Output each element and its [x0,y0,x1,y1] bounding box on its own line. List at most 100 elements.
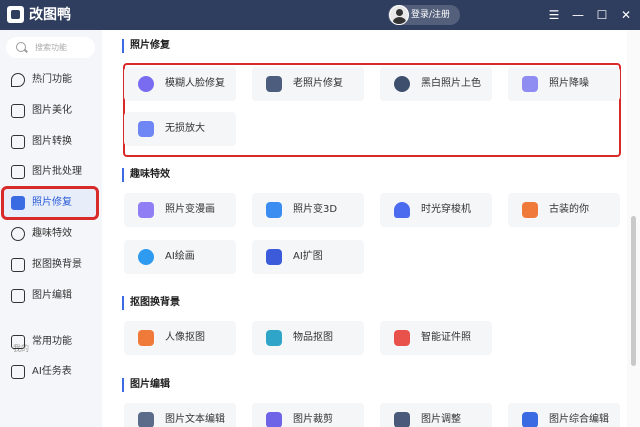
login-label[interactable]: 登录/注册 [411,8,450,22]
search-input[interactable]: 搜索功能 [6,37,95,58]
sidebar-item-effects[interactable]: 趣味特效 [4,220,96,248]
card-label: 图片综合编辑 [549,414,609,425]
sidebar-item-label: 常用功能 [32,336,72,347]
close-icon[interactable]: ✕ [618,7,634,23]
sidebar-item-cutout[interactable]: 抠图换背景 [4,251,96,279]
sidebar-item-label: 抠图换背景 [32,259,82,270]
card-label: AI扩图 [293,251,323,262]
grid-icon [11,335,25,349]
face-repair-icon [138,76,154,92]
card-label: 照片变3D [293,204,338,215]
sidebar-item-ai-tasks[interactable]: AI任务表 [4,358,96,386]
section-title-cutout: 抠图换背景 [122,296,180,310]
sidebar-item-label: AI任务表 [32,366,72,377]
card-object-cutout[interactable]: 物品抠图 [252,321,364,355]
card-label: 黑白照片上色 [421,78,481,89]
batch-icon [11,165,25,179]
image-convert-icon [11,135,25,149]
scrollbar[interactable] [627,30,640,427]
menu-icon[interactable]: ☰ [546,7,562,23]
app-title: 改图鸭 [29,7,71,23]
search-placeholder: 搜索功能 [35,43,67,52]
main-content: 照片修复 模糊人脸修复 老照片修复 黑白照片上色 照片降噪 无损放大 趣味特效 … [102,30,627,427]
object-cutout-icon [266,330,282,346]
upscale-icon [138,121,154,137]
sidebar-item-label: 图片编辑 [32,290,72,301]
cutout-icon [11,258,25,272]
sparkle-icon [11,227,25,241]
sidebar-item-label: 图片批处理 [32,166,82,177]
maximize-icon[interactable]: ☐ [594,7,610,23]
sidebar-item-label: 趣味特效 [32,228,72,239]
sidebar-item-beautify[interactable]: 图片美化 [4,97,96,125]
card-text-edit[interactable]: 图片文本编辑 [124,403,236,427]
portrait-cutout-icon [138,330,154,346]
card-colorize[interactable]: 黑白照片上色 [380,67,492,101]
comic-icon [138,202,154,218]
card-label: 智能证件照 [421,332,471,343]
comprehensive-edit-icon [522,412,538,427]
card-time-machine[interactable]: 时光穿梭机 [380,193,492,227]
card-old-photo-repair[interactable]: 老照片修复 [252,67,364,101]
section-title-photo-repair: 照片修复 [122,39,170,53]
card-label: 无损放大 [165,123,205,134]
sidebar-item-label: 图片转换 [32,136,72,147]
sidebar-item-label: 热门功能 [32,74,72,85]
card-blur-face-repair[interactable]: 模糊人脸修复 [124,67,236,101]
palette-icon [394,76,410,92]
sidebar: 搜索功能 热门功能 图片美化 图片转换 图片批处理 照片修复 趣味特效 抠图换背… [0,30,102,427]
sidebar-item-favorites[interactable]: 常用功能 [4,328,96,356]
card-ancient-costume[interactable]: 古装的你 [508,193,620,227]
card-label: 古装的你 [549,204,589,215]
sidebar-item-batch[interactable]: 图片批处理 [4,158,96,186]
app-logo-icon [7,6,24,23]
card-comprehensive-edit[interactable]: 图片综合编辑 [508,403,620,427]
old-photo-icon [266,76,282,92]
card-label: 模糊人脸修复 [165,78,225,89]
card-adjust[interactable]: 图片调整 [380,403,492,427]
sidebar-item-label: 图片美化 [32,105,72,116]
sidebar-item-convert[interactable]: 图片转换 [4,128,96,156]
card-label: 老照片修复 [293,78,343,89]
adjust-icon [394,412,410,427]
sidebar-item-edit[interactable]: 图片编辑 [4,282,96,310]
card-label: AI绘画 [165,251,195,262]
photo-repair-icon [11,196,25,210]
cube-icon [266,202,282,218]
search-icon [16,42,26,52]
flame-icon [11,73,25,87]
card-to-3d[interactable]: 照片变3D [252,193,364,227]
section-title-image-edit: 图片编辑 [122,378,170,392]
sidebar-item-hot[interactable]: 热门功能 [4,66,96,94]
text-edit-icon [138,412,154,427]
avatar[interactable] [389,5,409,25]
card-label: 人像抠图 [165,332,205,343]
card-id-photo[interactable]: 智能证件照 [380,321,492,355]
title-bar: 改图鸭 登录/注册 ☰ — ☐ ✕ [0,0,640,30]
card-crop[interactable]: 图片裁剪 [252,403,364,427]
time-machine-icon [394,202,410,218]
crop-icon [266,412,282,427]
sidebar-item-photo-repair[interactable]: 照片修复 [1,186,99,220]
ai-painting-icon [138,249,154,265]
card-label: 图片调整 [421,414,461,425]
card-label: 图片裁剪 [293,414,333,425]
card-label: 照片降噪 [549,78,589,89]
scroll-thumb[interactable] [631,216,636,366]
image-beautify-icon [11,104,25,118]
image-edit-icon [11,289,25,303]
section-title-effects: 趣味特效 [122,168,170,182]
id-photo-icon [394,330,410,346]
card-portrait-cutout[interactable]: 人像抠图 [124,321,236,355]
card-lossless-upscale[interactable]: 无损放大 [124,112,236,146]
denoise-icon [522,76,538,92]
card-label: 照片变漫画 [165,204,215,215]
card-ai-painting[interactable]: AI绘画 [124,240,236,274]
minimize-icon[interactable]: — [570,7,586,23]
ancient-costume-icon [522,202,538,218]
card-to-comic[interactable]: 照片变漫画 [124,193,236,227]
card-denoise[interactable]: 照片降噪 [508,67,620,101]
card-ai-expand[interactable]: AI扩图 [252,240,364,274]
card-label: 图片文本编辑 [165,414,225,425]
sidebar-item-label: 照片修复 [32,197,72,208]
